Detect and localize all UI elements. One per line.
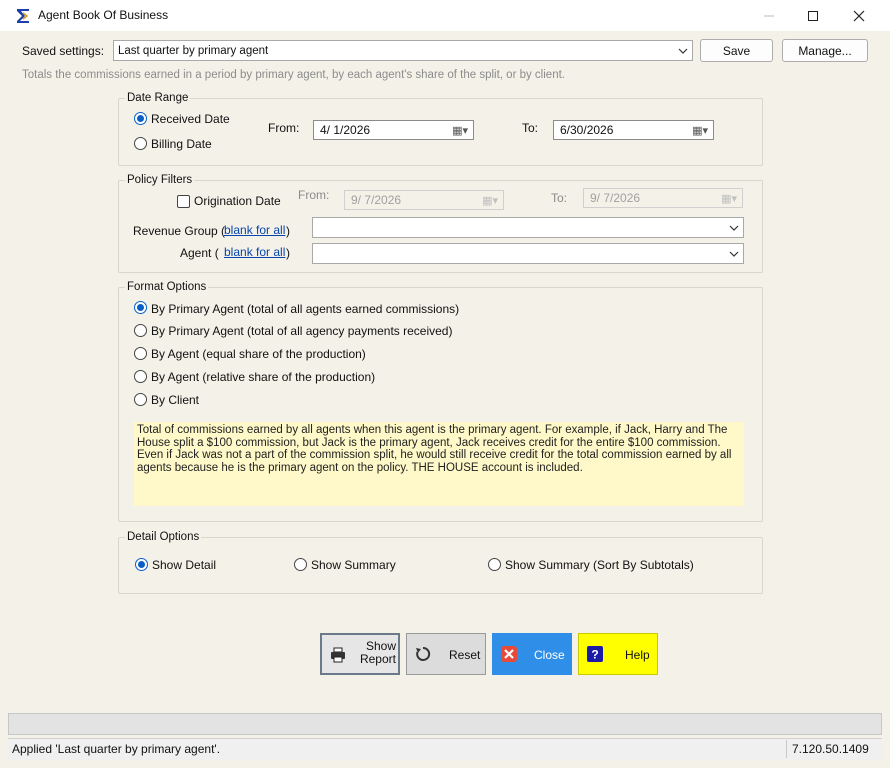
- format-option-label: By Primary Agent (total of all agents ea…: [151, 302, 460, 316]
- app-logo-icon: [17, 9, 29, 23]
- format-option-radio[interactable]: [134, 324, 147, 337]
- show-report-label-line2: Report: [359, 652, 396, 666]
- format-option-label: By Agent (equal share of the production): [151, 347, 366, 361]
- origination-date-label: Origination Date: [194, 194, 281, 208]
- origination-from-label: From:: [298, 188, 330, 202]
- status-separator: [786, 740, 787, 758]
- revenue-group-select[interactable]: [312, 217, 744, 238]
- bottom-panel: [8, 713, 882, 735]
- revenue-group-close-paren: ): [286, 224, 290, 238]
- origination-from-value: 9/ 7/2026: [351, 193, 402, 207]
- calendar-dropdown-icon: ▦▾: [482, 195, 498, 207]
- chevron-down-icon: [729, 251, 739, 257]
- printer-icon: [331, 647, 345, 663]
- show-summary-sorted-radio[interactable]: [488, 558, 501, 571]
- reset-button[interactable]: Reset: [406, 633, 486, 675]
- close-button[interactable]: Close: [492, 633, 572, 675]
- chevron-down-icon: [678, 48, 688, 54]
- billing-date-radio[interactable]: [134, 137, 147, 150]
- status-message: Applied 'Last quarter by primary agent'.: [12, 742, 221, 756]
- agent-close-paren: ): [286, 246, 290, 260]
- close-label: Close: [534, 648, 565, 662]
- from-date-picker[interactable]: 4/ 1/2026 ▦▾: [313, 120, 474, 140]
- svg-text:?: ?: [591, 648, 598, 662]
- to-date-picker[interactable]: 6/30/2026 ▦▾: [553, 120, 714, 140]
- revenue-group-blank-link[interactable]: blank for all: [224, 223, 285, 237]
- saved-settings-value: Last quarter by primary agent: [118, 44, 269, 57]
- version-label: 7.120.50.1409: [792, 742, 869, 756]
- show-detail-radio[interactable]: [135, 558, 148, 571]
- format-options-title: Format Options: [125, 281, 209, 293]
- manage-button[interactable]: Manage...: [782, 39, 868, 62]
- help-label: Help: [625, 648, 650, 662]
- revenue-group-label: Revenue Group (: [133, 224, 226, 238]
- saved-settings-label: Saved settings:: [22, 44, 105, 58]
- saved-settings-select[interactable]: Last quarter by primary agent: [113, 40, 693, 61]
- origination-to-label: To:: [551, 191, 568, 205]
- origination-to-date-picker[interactable]: 9/ 7/2026 ▦▾: [583, 188, 743, 208]
- minimize-icon: [764, 15, 774, 16]
- format-option-label: By Client: [151, 393, 200, 407]
- calendar-dropdown-icon: ▦▾: [721, 193, 737, 205]
- show-detail-label: Show Detail: [152, 558, 217, 572]
- help-icon: ?: [587, 646, 603, 662]
- close-icon: [853, 10, 865, 21]
- detail-options-title: Detail Options: [125, 531, 202, 543]
- agent-blank-link[interactable]: blank for all: [224, 245, 285, 259]
- show-summary-label: Show Summary: [311, 558, 396, 572]
- origination-from-date-picker[interactable]: 9/ 7/2026 ▦▾: [344, 190, 504, 210]
- maximize-icon: [808, 10, 818, 21]
- minimize-button[interactable]: [746, 0, 792, 31]
- format-option-label: By Primary Agent (total of all agency pa…: [151, 324, 453, 338]
- to-date-value: 6/30/2026: [560, 123, 614, 137]
- to-label: To:: [522, 121, 539, 135]
- received-date-radio[interactable]: [134, 112, 147, 125]
- billing-date-label: Billing Date: [151, 137, 212, 151]
- show-summary-radio[interactable]: [294, 558, 307, 571]
- show-report-button[interactable]: Show Report: [320, 633, 400, 675]
- show-summary-sorted-label: Show Summary (Sort By Subtotals): [505, 558, 694, 572]
- close-window-button[interactable]: [836, 0, 882, 31]
- save-button[interactable]: Save: [700, 39, 773, 62]
- calendar-dropdown-icon: ▦▾: [452, 125, 468, 137]
- policy-filters-title: Policy Filters: [125, 174, 195, 186]
- reset-label: Reset: [449, 648, 481, 662]
- format-option-radio[interactable]: [134, 347, 147, 360]
- close-icon: [501, 646, 517, 662]
- format-option-radio[interactable]: [134, 301, 147, 314]
- agent-select[interactable]: [312, 243, 744, 264]
- format-description-box: Total of commissions earned by all agent…: [134, 422, 744, 506]
- report-description: Totals the commissions earned in a perio…: [22, 69, 565, 81]
- received-date-label: Received Date: [151, 112, 230, 126]
- reset-icon: [416, 646, 431, 661]
- chevron-down-icon: [729, 225, 739, 231]
- from-date-value: 4/ 1/2026: [320, 123, 371, 137]
- origination-to-value: 9/ 7/2026: [590, 191, 641, 205]
- format-option-label: By Agent (relative share of the producti…: [151, 370, 376, 384]
- help-button[interactable]: ? Help: [578, 633, 658, 675]
- calendar-dropdown-icon: ▦▾: [692, 125, 708, 137]
- date-range-title: Date Range: [125, 92, 191, 104]
- from-label: From:: [268, 121, 300, 135]
- agent-label: Agent (: [180, 246, 219, 260]
- maximize-button[interactable]: [790, 0, 836, 31]
- format-option-radio[interactable]: [134, 393, 147, 406]
- origination-date-checkbox[interactable]: [177, 195, 190, 208]
- format-option-radio[interactable]: [134, 370, 147, 383]
- window-title: Agent Book Of Business: [38, 8, 169, 22]
